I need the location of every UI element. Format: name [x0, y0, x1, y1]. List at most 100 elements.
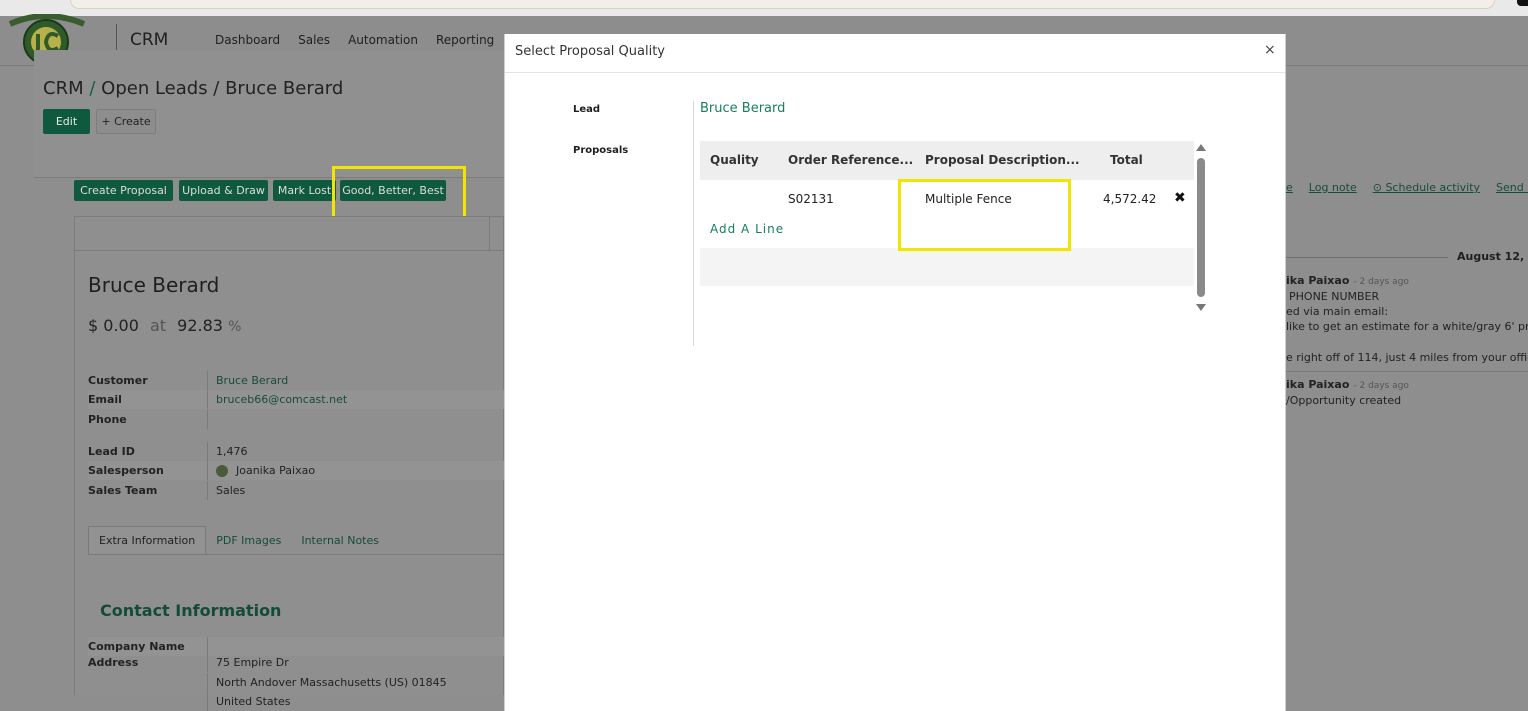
- schedule-activity-label: Schedule activity: [1385, 181, 1481, 194]
- tab-extra-information[interactable]: Extra Information: [88, 526, 207, 554]
- field-address: Address 75 Empire Dr: [88, 653, 504, 672]
- send-sms-link[interactable]: Send SM: [1496, 181, 1528, 201]
- section-title: Contact Information: [100, 601, 282, 620]
- column-header-quality[interactable]: Quality: [710, 153, 759, 167]
- address-country[interactable]: United States: [207, 692, 291, 711]
- create-proposal-button[interactable]: Create Proposal: [74, 180, 173, 201]
- chatter-actions: e Log note ⊙ Schedule activity Send SM: [1286, 181, 1528, 201]
- field-address-country: United States: [88, 692, 504, 711]
- message-line: PHONE NUMBER: [1289, 290, 1380, 303]
- probability-value[interactable]: 92.83: [177, 316, 223, 335]
- breadcrumb-separator: /: [89, 78, 96, 99]
- browser-corner: [1517, 0, 1528, 6]
- field-address-city: North Andover Massachusetts (US) 01845: [88, 673, 504, 692]
- lead-label: Lead: [573, 104, 601, 115]
- email-link[interactable]: bruceb66@comcast.net: [207, 390, 347, 409]
- field-sales-team: Sales Team Sales: [88, 481, 504, 500]
- message-time: - 2 days ago: [1353, 381, 1409, 391]
- salesperson-value[interactable]: Joanika Paixao: [207, 461, 315, 480]
- browser-toolbar: [0, 0, 1528, 16]
- scroll-up-arrow-icon[interactable]: [1196, 144, 1206, 151]
- field-lead-id: Lead ID 1,476: [88, 442, 504, 461]
- field-label: Salesperson: [88, 464, 164, 477]
- breadcrumb-current[interactable]: Open Leads / Bruce Berard: [101, 78, 343, 99]
- add-line-link[interactable]: Add A Line: [710, 222, 784, 236]
- lead-id-value: 1,476: [207, 442, 248, 461]
- field-label: Phone: [88, 413, 127, 426]
- table-scrollbar[interactable]: [1196, 144, 1206, 314]
- total-cell: 4,572.42: [1103, 192, 1157, 206]
- field-email: Email bruceb66@comcast.net: [88, 390, 504, 409]
- expected-revenue[interactable]: $ 0.00: [88, 316, 139, 335]
- record-amount: $ 0.00 at 92.83 %: [88, 316, 241, 335]
- field-phone: Phone: [88, 410, 504, 429]
- message-line: e right off of 114, just 4 miles from yo…: [1286, 351, 1528, 364]
- app-name[interactable]: CRM: [130, 30, 168, 50]
- breadcrumb-root[interactable]: CRM: [43, 78, 84, 99]
- record-title: Bruce Berard: [88, 273, 220, 297]
- empty-table-row: [700, 248, 1194, 286]
- message-time: - 2 days ago: [1353, 277, 1409, 287]
- create-button[interactable]: + Create: [96, 109, 156, 134]
- highlight-box-description: [898, 179, 1071, 251]
- message-author[interactable]: ika Paixao: [1286, 378, 1349, 391]
- field-label: Lead ID: [88, 445, 135, 458]
- upload-draw-button[interactable]: Upload & Draw: [179, 180, 268, 201]
- notebook-tabs: Extra Information PDF Images Internal No…: [88, 526, 504, 555]
- schedule-activity-link[interactable]: ⊙ Schedule activity: [1373, 181, 1480, 201]
- proposal-quality-dialog: Select Proposal Quality × Lead Proposals…: [504, 34, 1286, 711]
- field-label: Sales Team: [88, 484, 158, 497]
- field-customer: Customer Bruce Berard: [88, 371, 504, 390]
- log-note-link[interactable]: Log note: [1309, 181, 1357, 201]
- column-header-total[interactable]: Total: [1110, 153, 1143, 167]
- column-header-order-reference[interactable]: Order Reference...: [788, 153, 913, 167]
- order-reference-cell[interactable]: S02131: [788, 192, 834, 206]
- customer-link[interactable]: Bruce Berard: [207, 371, 288, 390]
- nav-menu: Dashboard Sales Automation Reporting: [215, 33, 494, 47]
- proposals-label: Proposals: [573, 145, 629, 156]
- chatter-date-divider: [1286, 257, 1448, 258]
- mark-lost-button[interactable]: Mark Lost: [273, 180, 336, 201]
- at-label: at: [149, 316, 167, 335]
- field-divider: [693, 101, 694, 346]
- tab-pdf-images[interactable]: PDF Images: [206, 526, 291, 554]
- chatter-message-author: ika Paixao - 2 days ago: [1286, 274, 1409, 287]
- dialog-title: Select Proposal Quality: [515, 44, 666, 59]
- scroll-down-arrow-icon[interactable]: [1196, 304, 1206, 311]
- lead-link[interactable]: Bruce Berard: [700, 101, 785, 116]
- message-author[interactable]: ika Paixao: [1286, 274, 1349, 287]
- chatter-date: August 12, 202: [1457, 250, 1528, 263]
- breadcrumb: CRM / Open Leads / Bruce Berard: [43, 78, 343, 99]
- message-line: like to get an estimate for a white/gray…: [1286, 320, 1528, 333]
- address-bar[interactable]: [70, 0, 1495, 9]
- close-icon[interactable]: ×: [1264, 42, 1276, 58]
- phone-value[interactable]: [207, 410, 216, 429]
- percent-sign: %: [228, 319, 242, 335]
- nav-item-reporting[interactable]: Reporting: [436, 33, 494, 47]
- message-line: ed via main email:: [1286, 305, 1389, 318]
- scroll-thumb[interactable]: [1197, 158, 1205, 297]
- field-label: Address: [88, 656, 139, 669]
- message-divider: [1286, 371, 1528, 372]
- nav-item-dashboard[interactable]: Dashboard: [215, 33, 280, 47]
- chatter-link-partial[interactable]: e: [1286, 181, 1293, 201]
- field-salesperson: Salesperson Joanika Paixao: [88, 461, 504, 480]
- column-header-proposal-description[interactable]: Proposal Description...: [925, 153, 1080, 167]
- address-street[interactable]: 75 Empire Dr: [207, 653, 289, 672]
- edit-button[interactable]: Edit: [43, 109, 90, 134]
- message-line: /Opportunity created: [1286, 394, 1402, 407]
- salesperson-name: Joanika Paixao: [236, 464, 316, 477]
- nav-item-sales[interactable]: Sales: [298, 33, 330, 47]
- avatar: [216, 464, 228, 477]
- delete-row-icon[interactable]: ✖: [1174, 190, 1186, 206]
- tab-internal-notes[interactable]: Internal Notes: [291, 526, 389, 554]
- field-label: Email: [88, 393, 122, 406]
- nav-item-automation[interactable]: Automation: [348, 33, 418, 47]
- sales-team-value[interactable]: Sales: [207, 481, 245, 500]
- field-label: Company Name: [88, 640, 185, 653]
- table-header: Quality Order Reference... Proposal Desc…: [700, 141, 1194, 180]
- smart-buttons-divider: [489, 217, 490, 251]
- field-label: Customer: [88, 374, 148, 387]
- address-city-state-zip[interactable]: North Andover Massachusetts (US) 01845: [207, 673, 447, 692]
- chatter-message-author: ika Paixao - 2 days ago: [1286, 378, 1409, 391]
